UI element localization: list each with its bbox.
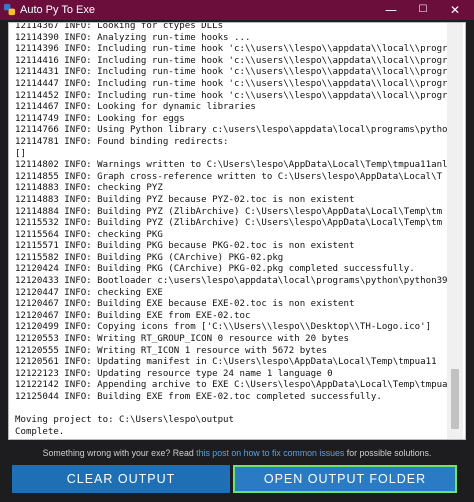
console-log: 12114367 INFO: Looking for ctypes DLLs 12…: [15, 22, 455, 438]
log-line: 12115532 INFO: Building PYZ (ZlibArchive…: [15, 218, 443, 229]
help-suffix: for possible solutions.: [344, 448, 432, 458]
log-line: 12114452 INFO: Including run-time hook '…: [15, 90, 448, 101]
log-line: 12120433 INFO: Bootloader c:\users\lespo…: [15, 276, 448, 287]
log-line: 12120555 INFO: Writing RT_ICON 1 resourc…: [15, 345, 328, 356]
log-line: 12115564 INFO: checking PKG: [15, 229, 163, 240]
scrollbar-thumb[interactable]: [451, 369, 459, 429]
log-line: 12120553 INFO: Writing RT_GROUP_ICON 0 r…: [15, 334, 349, 345]
log-line: Moving project to: C:\Users\lespo\output: [15, 415, 234, 426]
close-button[interactable]: ✕: [440, 0, 470, 20]
log-line: 12120467 INFO: Building EXE because EXE-…: [15, 299, 355, 310]
log-line: 12114855 INFO: Graph cross-reference wri…: [15, 171, 443, 182]
log-line: 12114416 INFO: Including run-time hook '…: [15, 55, 448, 66]
output-console[interactable]: 12114367 INFO: Looking for ctypes DLLs 12…: [8, 22, 466, 440]
window-title: Auto Py To Exe: [20, 4, 96, 16]
log-line: 12114390 INFO: Analyzing run-time hooks …: [15, 32, 251, 43]
log-line: 12114883 INFO: checking PYZ: [15, 183, 163, 194]
log-line: 12120424 INFO: Building PKG (CArchive) P…: [15, 264, 415, 275]
log-line: 12114884 INFO: Building PYZ (ZlibArchive…: [15, 206, 443, 217]
log-line: 12114467 INFO: Looking for dynamic libra…: [15, 102, 256, 113]
clear-output-button[interactable]: CLEAR OUTPUT: [12, 465, 230, 493]
open-output-folder-button[interactable]: OPEN OUTPUT FOLDER: [233, 465, 457, 493]
log-line: 12114781 INFO: Found binding redirects:: [15, 136, 229, 147]
minimize-button[interactable]: —: [376, 0, 406, 20]
log-line: 12125044 INFO: Building EXE from EXE-02.…: [15, 392, 382, 402]
log-line: 12120499 INFO: Copying icons from ['C:\\…: [15, 322, 432, 333]
log-line: Complete.: [15, 426, 65, 437]
log-line: 12114431 INFO: Including run-time hook '…: [15, 67, 448, 78]
log-line: 12122123 INFO: Updating resource type 24…: [15, 368, 333, 379]
log-line: 12115571 INFO: Building PKG because PKG-…: [15, 241, 355, 252]
log-line: 12114749 INFO: Looking for eggs: [15, 113, 185, 124]
console-scrollbar[interactable]: [447, 23, 463, 439]
log-line: []: [15, 148, 26, 159]
python-logo-icon: [3, 3, 16, 16]
help-message: Something wrong with your exe? Read this…: [0, 448, 474, 458]
log-line: 12120467 INFO: Building EXE from EXE-02.…: [15, 310, 251, 321]
title-bar: Auto Py To Exe — ☐ ✕: [0, 0, 474, 20]
maximize-button[interactable]: ☐: [408, 0, 438, 20]
log-line: 12122142 INFO: Appending archive to EXE …: [15, 380, 448, 391]
log-line: 12114367 INFO: Looking for ctypes DLLs: [15, 22, 224, 31]
log-line: 12114883 INFO: Building PYZ because PYZ-…: [15, 194, 355, 205]
log-line: 12120447 INFO: checking EXE: [15, 287, 163, 298]
log-line: 12115582 INFO: Building PKG (CArchive) P…: [15, 252, 284, 263]
log-line: 12114396 INFO: Including run-time hook '…: [15, 44, 448, 55]
log-line: 12120561 INFO: Updating manifest in C:\U…: [15, 357, 437, 368]
fix-issues-link[interactable]: this post on how to fix common issues: [196, 448, 344, 458]
log-line: 12114447 INFO: Including run-time hook '…: [15, 78, 448, 89]
log-line: 12114802 INFO: Warnings written to C:\Us…: [15, 160, 448, 171]
help-prefix: Something wrong with your exe? Read: [42, 448, 197, 458]
log-line: 12114766 INFO: Using Python library c:\u…: [15, 125, 448, 136]
